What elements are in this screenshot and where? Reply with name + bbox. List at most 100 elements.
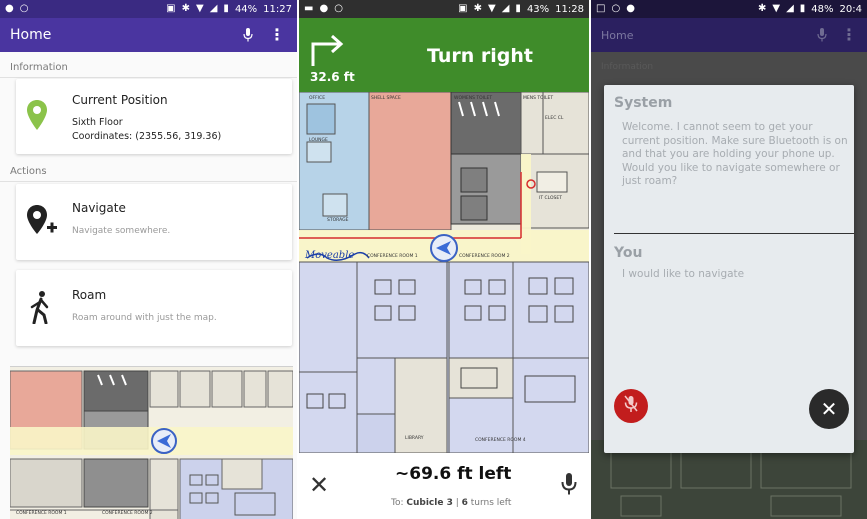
coordinates-text: Coordinates: (2355.56, 319.36) [72, 131, 222, 142]
destination-line: To: Cubicle 3 | 6 turns left [391, 498, 511, 508]
clock: 11:27 [263, 3, 292, 15]
user-location-marker-icon [429, 233, 459, 267]
location-status-icon: ○ [19, 3, 29, 14]
map-label-conference-room-4: CONFERENCE ROOM 4 [475, 438, 526, 443]
roam-card[interactable]: Roam Roam around with just the map. [16, 270, 292, 346]
wifi-icon: ▼ [196, 3, 204, 14]
battery-percent: 44% [234, 3, 258, 15]
mic-icon[interactable] [243, 28, 253, 42]
actions-label: Actions [10, 166, 47, 177]
cast-icon: ▣ [458, 3, 468, 14]
destination-prefix: To: [391, 498, 407, 508]
location-pin-icon [26, 99, 48, 135]
divider [0, 181, 297, 182]
mic-icon[interactable] [561, 473, 577, 499]
mic-off-icon [624, 395, 638, 417]
handwritten-note: Moveable [305, 250, 355, 261]
close-icon[interactable]: ✕ [309, 473, 329, 497]
walk-icon [30, 290, 52, 328]
navigation-map[interactable]: OFFICE SHELL SPACE WOMENS TOILET MENS TO… [299, 92, 589, 453]
alert-icon: ● [319, 3, 329, 14]
floor-plan-drawing [299, 92, 589, 453]
bluetooth-icon: ✱ [181, 3, 191, 14]
map-label-it-closet: IT CLOSET [539, 196, 562, 201]
system-message: Welcome. I cannot seem to get your curre… [622, 121, 848, 187]
navigate-card[interactable]: Navigate Navigate somewhere. [16, 184, 292, 260]
cast-icon: ▣ [166, 3, 176, 14]
signal-icon: ◢ [501, 3, 510, 14]
roam-subtitle: Roam around with just the map. [72, 313, 217, 323]
battery-icon: ▮ [799, 3, 806, 14]
bluetooth-icon: ✱ [473, 3, 483, 14]
clock: 20:4 [839, 3, 862, 15]
information-label: Information [10, 62, 68, 73]
map-label-lounge: LOUNGE [309, 138, 328, 143]
more-vert-icon[interactable]: ⋮ [269, 27, 285, 43]
map-label-conference-room-2: CONFERENCE ROOM 2 [459, 254, 510, 259]
floor-map[interactable]: CONFERENCE ROOM 1 CONFERENCE ROOM 2 [10, 366, 293, 519]
more-vert-icon: ⋮ [841, 25, 857, 44]
close-icon: ✕ [820, 397, 838, 421]
map-label-conference-room-2: CONFERENCE ROOM 2 [102, 511, 153, 516]
map-label-conference-room-1: CONFERENCE ROOM 1 [367, 254, 418, 259]
battery-percent: 43% [526, 3, 550, 15]
app-bar: Home ⋮ [0, 18, 297, 52]
close-dialog-button[interactable]: ✕ [809, 389, 849, 429]
user-heading: You [614, 245, 643, 261]
map-label-office: OFFICE [309, 96, 326, 101]
location-status-icon: ○ [611, 3, 621, 14]
map-label-storage: STORAGE [327, 218, 349, 223]
roam-title: Roam [72, 288, 107, 302]
user-location-marker-icon [150, 427, 178, 459]
status-bar: ● ○ ▣ ✱ ▼ ◢ ▮ 44% 11:27 [0, 0, 297, 18]
map-label-conference-room-1: CONFERENCE ROOM 1 [16, 511, 67, 516]
turns-suffix: turns left [467, 498, 512, 508]
battery-icon: ▮ [223, 3, 229, 14]
location-status-icon: ○ [334, 3, 343, 14]
map-label-womens-toilet: WOMENS TOILET [454, 96, 493, 101]
distance-to-turn: 32.6 ft [310, 70, 355, 84]
divider [0, 77, 297, 78]
system-heading: System [614, 95, 673, 111]
map-label-library: LIBRARY [405, 436, 424, 441]
destination-name: Cubicle 3 [406, 498, 453, 508]
battery-percent: 48% [811, 3, 834, 15]
app-title: Home [601, 28, 634, 42]
map-label-elec-cl: ELEC CL [545, 116, 564, 121]
status-bar: ▬ ● ○ ▣ ✱ ▼ ◢ ▮ 43% 11:28 [299, 0, 589, 18]
conversation-dialog: System Welcome. I cannot seem to get you… [604, 85, 854, 453]
app-notification-icon: ● [626, 3, 635, 14]
signal-icon: ◢ [209, 3, 218, 14]
map-label-shell-space: SHELL SPACE [371, 96, 401, 101]
turn-instruction-banner: Turn right 32.6 ft [299, 18, 589, 92]
turn-instruction: Turn right [427, 45, 534, 67]
clock: 11:28 [555, 3, 584, 15]
signal-icon: ◢ [786, 3, 794, 14]
screen-icon: □ [596, 3, 606, 14]
divider [614, 233, 854, 234]
wifi-icon: ▼ [772, 3, 781, 14]
position-title: Current Position [72, 93, 168, 107]
current-position-card[interactable]: Current Position Sixth Floor Coordinates… [16, 79, 292, 154]
user-message: I would like to navigate [622, 268, 745, 280]
navigation-screen: ▬ ● ○ ▣ ✱ ▼ ◢ ▮ 43% 11:28 Turn right 32.… [299, 0, 589, 519]
conversation-screen: □ ○ ● ✱ ▼ ◢ ▮ 48% 20:4 Home ⋮ Informatio… [591, 0, 867, 519]
remaining-distance: ~69.6 ft left [395, 464, 512, 484]
alert-icon: ● [5, 3, 14, 14]
navigation-bottom-panel: ✕ ~69.6 ft left To: Cubicle 3 | 6 turns … [299, 453, 589, 519]
app-notification-icon: ▬ [304, 3, 314, 14]
navigate-title: Navigate [72, 201, 126, 215]
battery-icon: ▮ [515, 3, 521, 14]
home-screen: ● ○ ▣ ✱ ▼ ◢ ▮ 44% 11:27 Home ⋮ Informati… [0, 0, 297, 519]
navigate-subtitle: Navigate somewhere. [72, 226, 171, 236]
app-screens: ● ○ ▣ ✱ ▼ ◢ ▮ 44% 11:27 Home ⋮ Informati… [0, 0, 867, 519]
app-title: Home [10, 27, 52, 43]
add-location-icon [26, 204, 58, 244]
map-label-mens-toilet: MENS TOILET [523, 96, 554, 101]
mic-off-button[interactable] [614, 389, 648, 423]
mic-icon [817, 28, 827, 42]
wifi-icon: ▼ [488, 3, 496, 14]
app-bar-dimmed: Home ⋮ [591, 18, 867, 52]
status-bar: □ ○ ● ✱ ▼ ◢ ▮ 48% 20:4 [591, 0, 867, 18]
floor-text: Sixth Floor [72, 117, 123, 128]
